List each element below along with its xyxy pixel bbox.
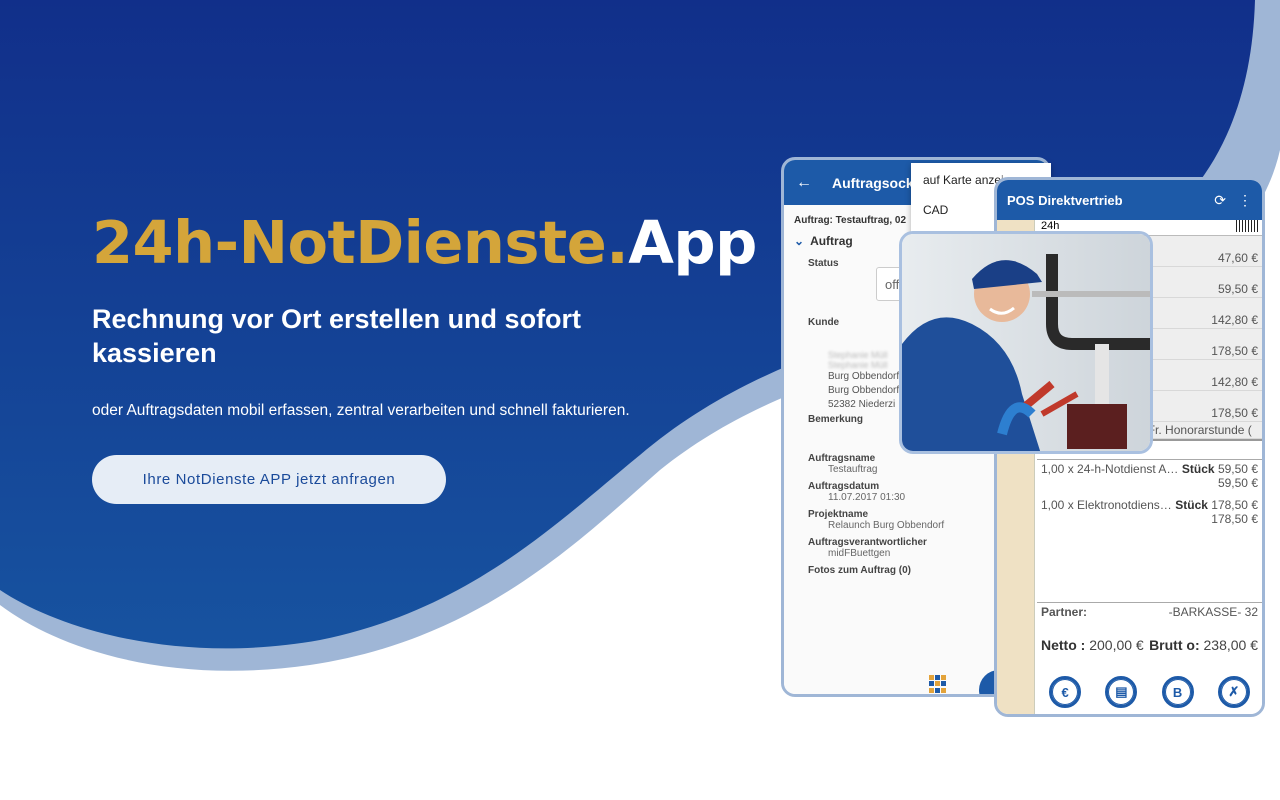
cart-item-unit: Stück: [1175, 498, 1208, 512]
cart-list: 1,00 x 24-h-Notdienst A… Stück 59,50 € 59…: [1037, 460, 1262, 528]
cancel-payment-button[interactable]: ✗: [1217, 676, 1250, 708]
more-vert-icon[interactable]: ⋮: [1238, 192, 1252, 209]
gross-value: 238,00 €: [1203, 637, 1259, 653]
partner-value[interactable]: -BARKASSE- 32: [1169, 605, 1258, 619]
pos-app-bar: POS Direktvertrieb ⟳ ⋮: [997, 180, 1262, 220]
cancel-cart-icon: ✗: [1228, 684, 1240, 699]
net-label: Netto :: [1041, 637, 1086, 653]
cart-item-price: 178,50 €: [1211, 498, 1258, 512]
brand-name: 24h-NotDienste.: [92, 208, 629, 277]
payment-buttons: € ▤ B ✗: [1037, 676, 1262, 708]
order-app-title: Auftragsock: [832, 174, 914, 191]
chevron-down-icon: ⌄: [794, 234, 805, 248]
barcode-icon[interactable]: [1236, 220, 1258, 232]
pos-app-title: POS Direktvertrieb: [1007, 192, 1123, 208]
b-payment-button[interactable]: B: [1161, 676, 1194, 708]
request-app-button[interactable]: Ihre NotDienste APP jetzt anfragen: [92, 455, 446, 504]
hero-title: 24h-NotDienste.App: [92, 208, 757, 277]
plumber-image: [902, 234, 1150, 451]
cart-item-total: 178,50 €: [1211, 512, 1258, 526]
cart-item[interactable]: 1,00 x Elektronotdiens… Stück 178,50 € 17…: [1041, 498, 1258, 526]
cart-item-name: 1,00 x 24-h-Notdienst A…: [1041, 462, 1179, 476]
order-section-label: Auftrag: [810, 234, 853, 248]
cart-item-price: 59,50 €: [1217, 462, 1258, 476]
sync-icon[interactable]: ⟳: [1214, 192, 1226, 209]
cash-euro-button[interactable]: €: [1049, 676, 1082, 708]
cart-item-unit: Stück: [1181, 462, 1215, 476]
hero-subtitle: Rechnung vor Ort erstellen und sofort ka…: [92, 304, 582, 368]
gross-label: Brutt o:: [1149, 637, 1200, 653]
cart-item-total: 59,50 €: [1217, 476, 1258, 490]
pos-footer: Partner: -BARKASSE- 32 Netto : 200,00 € B…: [1037, 602, 1262, 655]
back-arrow-icon[interactable]: ←: [796, 174, 832, 192]
hero-description: oder Auftragsdaten mobil erfassen, zentr…: [92, 402, 630, 419]
cart-item-name: 1,00 x Elektronotdiens…: [1041, 498, 1172, 512]
card-payment-button[interactable]: ▤: [1105, 676, 1138, 708]
net-value: 200,00 €: [1089, 637, 1144, 653]
brand-suffix: App: [628, 208, 757, 277]
partner-label: Partner:: [1041, 605, 1088, 619]
apps-grid-icon[interactable]: [929, 675, 947, 693]
cart-item[interactable]: 1,00 x 24-h-Notdienst A… Stück 59,50 € 59…: [1041, 462, 1258, 490]
credit-card-icon: ▤: [1115, 684, 1128, 699]
plumber-photo: [899, 231, 1153, 454]
